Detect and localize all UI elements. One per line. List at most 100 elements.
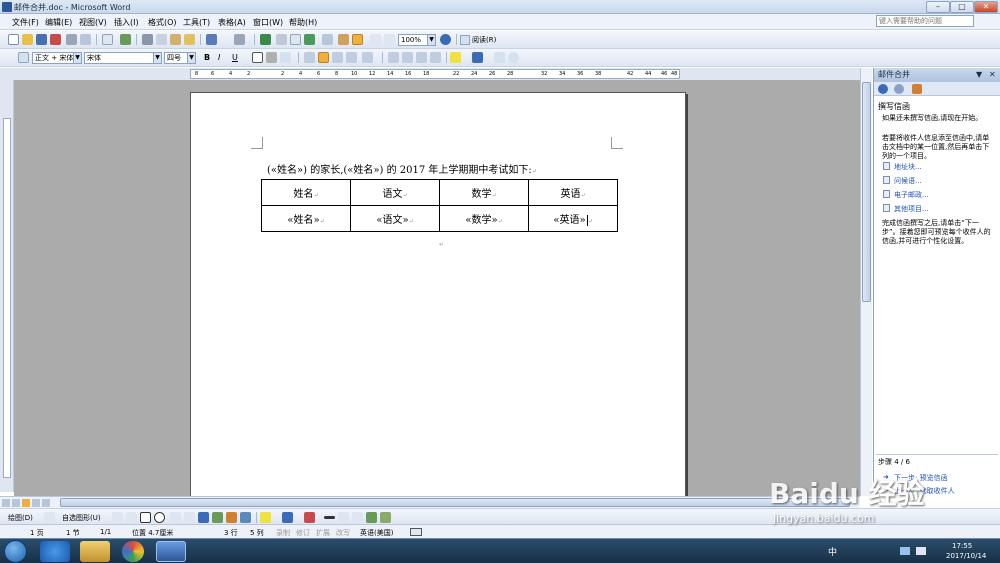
clock-date[interactable]: 2017/10/14 bbox=[946, 552, 986, 560]
merge-field-english[interactable]: «英语» ↵ bbox=[528, 205, 618, 232]
menu-view[interactable]: 视图(V) bbox=[79, 17, 107, 28]
select-objects-icon[interactable] bbox=[44, 512, 55, 523]
spelling-icon[interactable] bbox=[102, 34, 113, 45]
picture-icon[interactable] bbox=[240, 512, 251, 523]
align-center-icon[interactable] bbox=[318, 52, 329, 63]
char-shading-icon[interactable] bbox=[266, 52, 277, 63]
diagram-icon[interactable] bbox=[212, 512, 223, 523]
show-hide-icon[interactable] bbox=[370, 34, 381, 45]
clipart-icon[interactable] bbox=[226, 512, 237, 523]
forward-icon[interactable] bbox=[894, 84, 904, 94]
distributed-icon[interactable] bbox=[346, 52, 357, 63]
bullets-icon[interactable] bbox=[402, 52, 413, 63]
menu-tools[interactable]: 工具(T) bbox=[183, 17, 210, 28]
paste-icon[interactable] bbox=[170, 34, 181, 45]
enclose-char-icon[interactable] bbox=[508, 52, 519, 63]
letter-line[interactable]: («姓名») 的家长,(«姓名») 的 2017 年上学期期中考试如下:↵ bbox=[267, 161, 537, 176]
wordart-icon[interactable] bbox=[198, 512, 209, 523]
back-icon[interactable] bbox=[878, 84, 888, 94]
shadow-style-icon[interactable] bbox=[366, 512, 377, 523]
cut-icon[interactable] bbox=[142, 34, 153, 45]
numbering-icon[interactable] bbox=[388, 52, 399, 63]
minimize-button[interactable]: – bbox=[926, 1, 950, 13]
paragraph-mark-icon[interactable] bbox=[384, 34, 395, 45]
line-color-icon[interactable] bbox=[282, 512, 293, 523]
home-icon[interactable] bbox=[912, 84, 922, 94]
table-cell-name-header[interactable]: 姓名↵ bbox=[261, 179, 351, 206]
clock-time[interactable]: 17:55 bbox=[952, 542, 972, 550]
table-cell-english-header[interactable]: 英语↵ bbox=[528, 179, 618, 206]
word-taskbar-icon[interactable] bbox=[156, 541, 186, 562]
explorer-icon[interactable] bbox=[80, 541, 110, 562]
vertical-textbox-icon[interactable] bbox=[184, 512, 195, 523]
status-track[interactable]: 修订 bbox=[296, 528, 310, 538]
close-icon[interactable]: ✕ bbox=[989, 68, 996, 82]
rectangle-tool-icon[interactable] bbox=[140, 512, 151, 523]
text-color-icon[interactable] bbox=[304, 512, 315, 523]
vertical-ruler[interactable] bbox=[0, 80, 14, 492]
horizontal-scroll-thumb[interactable] bbox=[60, 498, 850, 507]
new-icon[interactable] bbox=[8, 34, 19, 45]
hyperlink-icon[interactable] bbox=[260, 34, 271, 45]
drawing-icon[interactable] bbox=[338, 34, 349, 45]
greeting-line-link[interactable]: 问候语... bbox=[894, 176, 922, 186]
increase-indent-icon[interactable] bbox=[430, 52, 441, 63]
research-icon[interactable] bbox=[120, 34, 131, 45]
styles-icon[interactable] bbox=[18, 52, 29, 63]
start-button[interactable] bbox=[4, 540, 27, 563]
format-painter-icon[interactable] bbox=[184, 34, 195, 45]
menu-edit[interactable]: 编辑(E) bbox=[45, 17, 72, 28]
help-search-input[interactable]: 键入需要帮助的问题 bbox=[876, 15, 974, 27]
font-select[interactable]: 宋体 ▼ bbox=[84, 52, 162, 64]
close-button[interactable]: ✕ bbox=[974, 1, 998, 13]
merge-field-chinese[interactable]: «语文»↵ bbox=[350, 205, 440, 232]
network-icon[interactable] bbox=[900, 547, 910, 555]
volume-icon[interactable] bbox=[916, 547, 926, 555]
style-select[interactable]: 正文 + 宋体 ▼ bbox=[32, 52, 82, 64]
status-overtype[interactable]: 改写 bbox=[336, 528, 350, 538]
menu-table[interactable]: 表格(A) bbox=[218, 17, 246, 28]
save-icon[interactable] bbox=[36, 34, 47, 45]
insert-excel-icon[interactable] bbox=[304, 34, 315, 45]
insert-table-icon[interactable] bbox=[290, 34, 301, 45]
document-area[interactable]: («姓名») 的家长,(«姓名») 的 2017 年上学期期中考试如下:↵ 姓名… bbox=[14, 80, 860, 512]
ie-icon[interactable] bbox=[40, 541, 70, 562]
align-right-icon[interactable] bbox=[332, 52, 343, 63]
more-items-link[interactable]: 其他项目... bbox=[894, 204, 929, 214]
char-border-icon[interactable] bbox=[252, 52, 263, 63]
arrow-style-icon[interactable] bbox=[352, 512, 363, 523]
menu-window[interactable]: 窗口(W) bbox=[253, 17, 283, 28]
arrow-tool-icon[interactable] bbox=[126, 512, 137, 523]
line-tool-icon[interactable] bbox=[112, 512, 123, 523]
italic-button[interactable]: I bbox=[218, 53, 220, 62]
line-spacing-icon[interactable] bbox=[362, 52, 373, 63]
merge-table[interactable]: 姓名↵ 语文↵ 数学↵ 英语↵ «姓名»↵ «语文»↵ «数学»↵ «英语» ↵ bbox=[261, 179, 618, 232]
font-size-select[interactable]: 四号 ▼ bbox=[164, 52, 196, 64]
address-block-link[interactable]: 地址块... bbox=[894, 162, 922, 172]
table-cell-chinese-header[interactable]: 语文↵ bbox=[350, 179, 440, 206]
electronic-postage-link[interactable]: 电子邮政... bbox=[894, 190, 929, 200]
maximize-button[interactable]: □ bbox=[950, 1, 974, 13]
status-extend[interactable]: 扩展 bbox=[316, 528, 330, 538]
phonetic-icon[interactable] bbox=[494, 52, 505, 63]
ime-indicator[interactable]: 中 bbox=[828, 545, 837, 558]
document-page[interactable]: («姓名») 的家长,(«姓名») 的 2017 年上学期期中考试如下:↵ 姓名… bbox=[190, 92, 686, 512]
print-preview-icon[interactable] bbox=[80, 34, 91, 45]
autoshapes-menu[interactable]: 自选图形(U) bbox=[62, 513, 101, 523]
web-view-icon[interactable] bbox=[12, 499, 20, 507]
read-button[interactable]: 阅读(R) bbox=[460, 34, 496, 46]
dash-style-icon[interactable] bbox=[338, 512, 349, 523]
table-cell-math-header[interactable]: 数学↵ bbox=[439, 179, 529, 206]
menu-help[interactable]: 帮助(H) bbox=[289, 17, 317, 28]
document-map-icon[interactable] bbox=[352, 34, 363, 45]
copy-icon[interactable] bbox=[156, 34, 167, 45]
normal-view-icon[interactable] bbox=[2, 499, 10, 507]
draw-menu[interactable]: 绘图(D) bbox=[8, 513, 33, 523]
columns-icon[interactable] bbox=[322, 34, 333, 45]
horizontal-ruler[interactable]: 8 6 4 2 2 4 6 8 10 12 14 16 18 22 24 26 … bbox=[0, 68, 860, 80]
status-record[interactable]: 录制 bbox=[276, 528, 290, 538]
menu-format[interactable]: 格式(O) bbox=[148, 17, 177, 28]
underline-button[interactable]: U bbox=[232, 53, 238, 62]
merge-field-math[interactable]: «数学»↵ bbox=[439, 205, 529, 232]
menu-insert[interactable]: 插入(I) bbox=[114, 17, 139, 28]
